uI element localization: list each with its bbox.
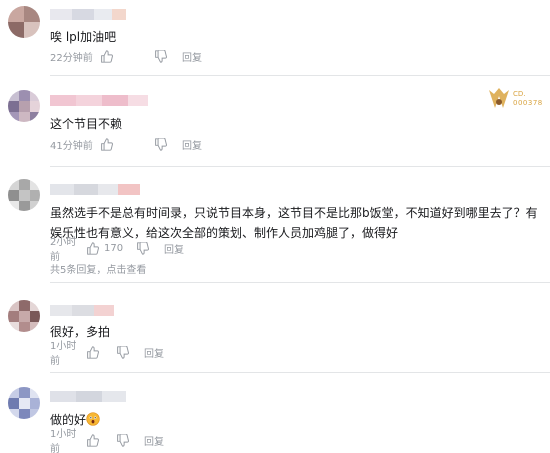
dislike-button[interactable]	[136, 241, 164, 255]
comment-meta: 1小时前 回复	[50, 341, 164, 367]
thumbs-up-icon	[101, 49, 113, 63]
username[interactable]	[50, 305, 114, 316]
replies-hint: 共5条回复，点击查看	[50, 261, 146, 276]
like-button[interactable]	[86, 345, 116, 359]
badge-number: 000378	[513, 99, 543, 107]
shocked-emoji-icon	[86, 412, 100, 426]
divider	[50, 75, 550, 76]
divider	[50, 166, 550, 167]
reply-button[interactable]: 回复	[144, 345, 164, 360]
comment-text: 做的好	[50, 410, 540, 430]
like-button[interactable]	[100, 137, 154, 151]
dislike-button[interactable]	[154, 49, 182, 63]
reply-button[interactable]: 回复	[144, 433, 164, 448]
comment-text: 这个节目不赖	[50, 117, 123, 131]
replies-count: 共5条回复，	[50, 265, 107, 276]
divider	[50, 372, 550, 373]
comment-time: 1小时前	[50, 429, 77, 453]
avatar[interactable]	[8, 387, 40, 419]
thumbs-up-icon	[87, 241, 99, 255]
comment-meta: 41分钟前 回复	[50, 136, 202, 152]
badge-label: CD.	[513, 90, 526, 98]
avatar[interactable]	[8, 300, 40, 332]
like-button[interactable]	[100, 49, 154, 63]
divider	[50, 282, 550, 283]
comment-meta: 2小时前 170 回复	[50, 237, 184, 263]
reply-button[interactable]: 回复	[182, 49, 202, 64]
like-button[interactable]: 170	[86, 241, 136, 255]
thumbs-down-icon	[137, 241, 149, 255]
comment-text: 很好，多拍	[50, 325, 111, 339]
comment-meta: 1小时前 回复	[50, 429, 164, 453]
view-replies-link[interactable]: 点击查看	[106, 265, 146, 276]
thumbs-up-icon	[87, 345, 99, 359]
avatar[interactable]	[8, 6, 40, 38]
username[interactable]	[50, 184, 140, 195]
comment-text: 唉 lpl加油吧	[50, 30, 117, 44]
comment-meta: 22分钟前 回复	[50, 48, 202, 64]
comment-text: 虽然选手不是总有时间录，只说节目本身，这节目不是比那b饭堂，不知道好到哪里去了？…	[50, 206, 538, 240]
reply-button[interactable]: 回复	[182, 137, 202, 152]
username[interactable]	[50, 391, 126, 402]
username[interactable]	[50, 95, 148, 106]
thumbs-up-icon	[87, 433, 99, 447]
thumbs-down-icon	[155, 49, 167, 63]
thumbs-down-icon	[117, 345, 129, 359]
thumbs-down-icon	[117, 433, 129, 447]
dislike-button[interactable]	[154, 137, 182, 151]
comment-time: 2小时前	[50, 237, 77, 263]
fan-badge: CD. 000378	[486, 86, 546, 114]
dislike-button[interactable]	[116, 345, 144, 359]
reply-button[interactable]: 回复	[164, 241, 184, 256]
like-button[interactable]	[86, 433, 116, 447]
comment-time: 41分钟前	[50, 140, 93, 152]
comment-time: 22分钟前	[50, 52, 93, 64]
thumbs-down-icon	[155, 137, 167, 151]
avatar[interactable]	[8, 90, 40, 122]
comment-time: 1小时前	[50, 341, 77, 367]
thumbs-up-icon	[101, 137, 113, 151]
avatar[interactable]	[8, 179, 40, 211]
dislike-button[interactable]	[116, 433, 144, 447]
username[interactable]	[50, 9, 126, 20]
